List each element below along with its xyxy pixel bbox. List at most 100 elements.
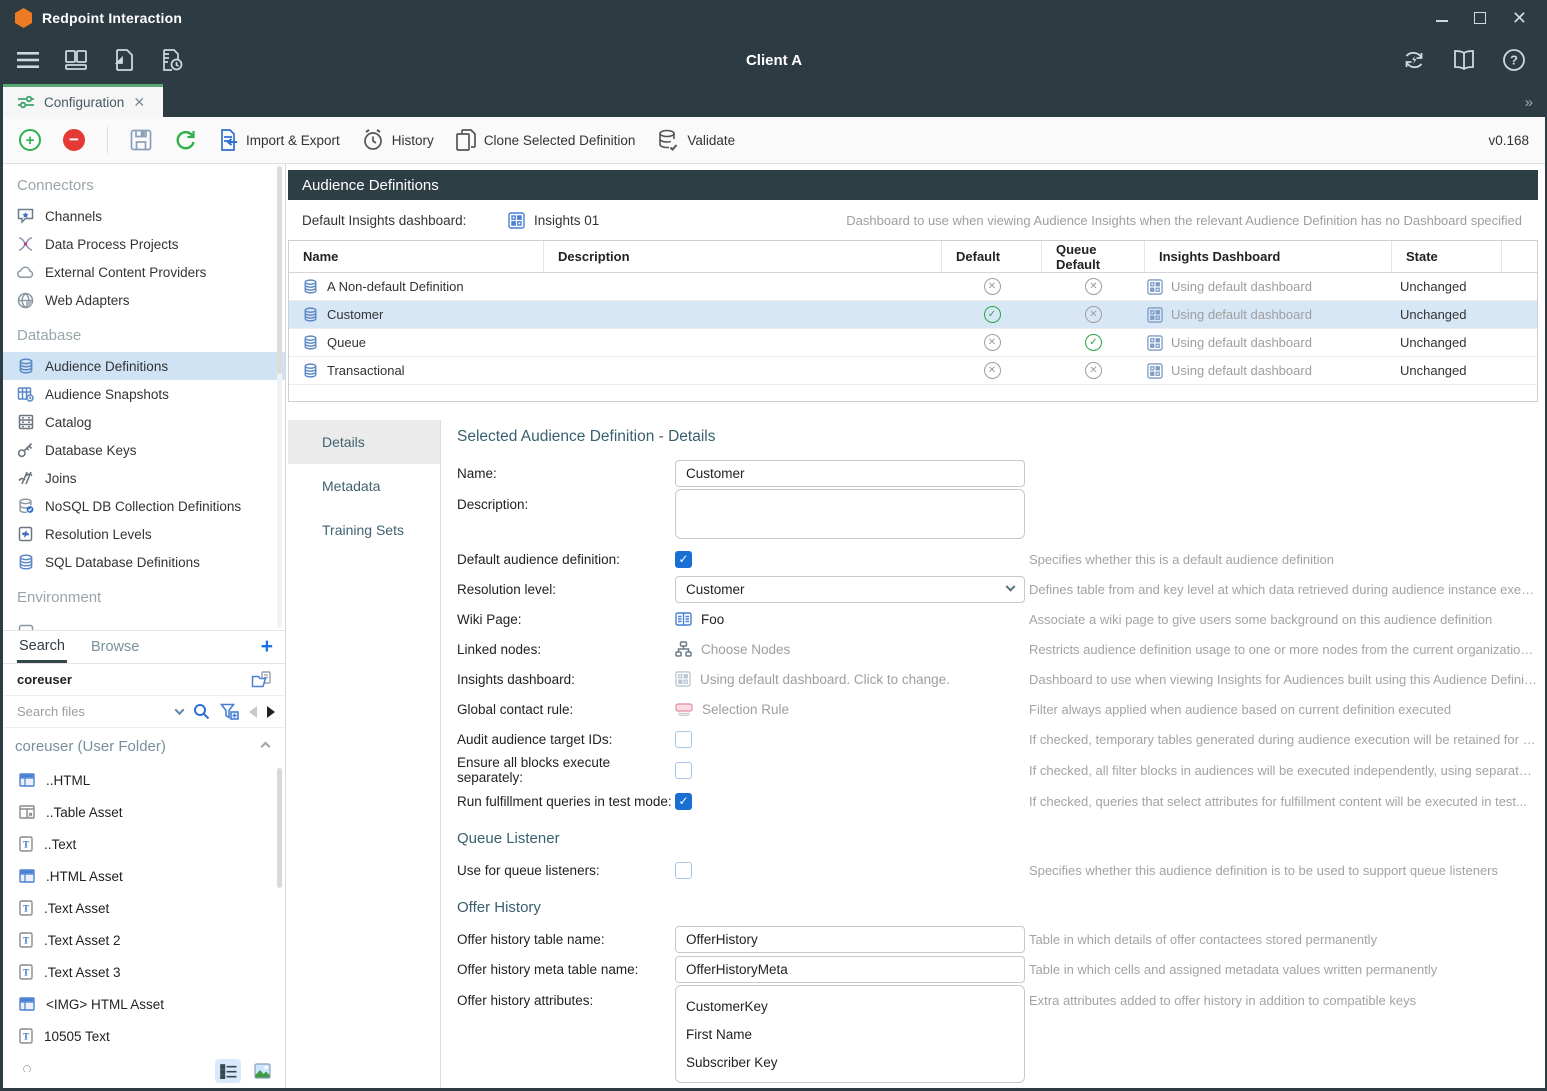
close-icon[interactable]: ✕ [1512,12,1527,24]
column-header-state[interactable]: State [1392,241,1502,272]
key-icon [17,442,34,459]
previous-result-icon[interactable] [249,706,257,718]
attribute-item[interactable]: Subscriber Key [676,1048,1024,1076]
ensure-blocks-checkbox[interactable] [675,762,692,779]
sidebar-item-database-keys[interactable]: Database Keys [3,436,285,464]
table-row[interactable]: Transactional ✕ ✕ Using default dashboar… [289,357,1537,385]
wiki-page-link[interactable]: Foo [675,612,1025,627]
search-options-chevron-icon[interactable] [175,705,185,715]
file-item[interactable]: T .Text Asset 3 [3,956,285,988]
file-item[interactable]: ..HTML [3,764,285,796]
history-label: History [392,133,434,148]
clone-button[interactable]: Clone Selected Definition [456,129,636,151]
search-files-input[interactable] [17,704,166,719]
tab-close-icon[interactable]: ✕ [133,94,145,111]
sync-status-icon[interactable] [1401,47,1427,73]
filter-icon[interactable] [220,703,239,720]
sidebar-item-resolution-levels[interactable]: Resolution Levels [3,520,285,548]
attribute-item[interactable]: First Name [676,1020,1024,1048]
file-item[interactable]: <IMG> HTML Asset [3,988,285,1020]
column-header-description[interactable]: Description [544,241,942,272]
run-fulfillment-checkbox[interactable] [675,793,692,810]
file-item[interactable]: T ..Text [3,828,285,860]
add-button[interactable]: + [19,129,41,151]
sidebar-item-audience-snapshots[interactable]: Audience Snapshots [3,380,285,408]
file-list-scrollbar[interactable] [277,768,282,888]
selection-rule-button[interactable]: Selection Rule [675,702,1025,717]
file-history-icon[interactable] [159,47,185,73]
tab-details[interactable]: Details [288,420,440,464]
new-file-icon[interactable] [111,47,137,73]
choose-nodes-button[interactable]: Choose Nodes [675,641,1025,657]
sidebar-item-label: Audience Definitions [45,359,168,374]
tab-bar: Configuration ✕ » [3,84,1545,117]
sidebar-item-audience-definitions[interactable]: Audience Definitions [3,352,285,380]
attribute-item[interactable]: CustomerKey [676,992,1024,1020]
sidebar-item-catalog[interactable]: Catalog [3,408,285,436]
default-dashboard-value[interactable]: Insights 01 [508,212,599,229]
audit-ids-checkbox[interactable] [675,731,692,748]
sidebar-item-web-adapters[interactable]: Web Adapters [3,286,285,314]
file-item[interactable]: T .Text Asset 2 [3,924,285,956]
tab-training-sets[interactable]: Training Sets [288,508,440,552]
use-for-queue-checkbox[interactable] [675,862,692,879]
maximize-icon[interactable] [1474,12,1486,24]
open-folder-copy-icon[interactable] [251,670,273,689]
hamburger-menu-icon[interactable] [15,47,41,73]
workspaces-icon[interactable] [63,47,89,73]
file-item[interactable]: ..Table Asset [3,796,285,828]
import-export-button[interactable]: Import & Export [218,129,340,151]
sidebar-item-channels[interactable]: Channels [3,202,285,230]
sidebar-item-nosql-db-collection-definitions[interactable]: NoSQL DB Collection Definitions [3,492,285,520]
folder-group-header[interactable]: coreuser (User Folder) [3,728,285,764]
tab-browse[interactable]: Browse [89,633,141,661]
sidebar-scrollbar[interactable] [277,166,282,628]
save-button[interactable] [130,129,152,151]
list-view-button[interactable] [215,1059,241,1083]
add-search-button[interactable]: + [261,638,273,656]
column-header-default[interactable]: Default [942,241,1042,272]
image-view-button[interactable] [249,1059,275,1083]
remove-button[interactable]: − [63,129,85,151]
tab-metadata[interactable]: Metadata [288,464,440,508]
collapse-chevron-icon[interactable] [261,741,271,751]
offer-history-meta-input[interactable] [675,956,1025,983]
file-item[interactable]: T .Text Asset [3,892,285,924]
wiki-icon [675,612,692,626]
description-input[interactable] [675,489,1025,539]
validate-button[interactable]: Validate [657,129,735,151]
insights-dashboard-button[interactable]: Using default dashboard. Click to change… [675,671,1025,687]
search-query[interactable]: coreuser [17,672,72,687]
documentation-icon[interactable] [1451,47,1477,73]
table-row-selected[interactable]: Customer ✓ ✕ Using default dashboard Unc… [289,301,1537,329]
offer-history-table-input[interactable] [675,926,1025,953]
table-row[interactable]: A Non-default Definition ✕ ✕ Using defau… [289,273,1537,301]
sidebar-item-label: Resolution Levels [45,527,152,542]
sidebar-item-joins[interactable]: Joins [3,464,285,492]
table-row[interactable]: Queue ✕ ✓ Using default dashboard Unchan… [289,329,1537,357]
refresh-button[interactable] [174,129,196,151]
column-header-insights-dashboard[interactable]: Insights Dashboard [1145,241,1392,272]
tab-configuration[interactable]: Configuration ✕ [3,84,163,117]
minimize-icon[interactable] [1436,14,1448,22]
file-item[interactable]: .HTML Asset [3,860,285,892]
name-input[interactable] [675,460,1025,487]
search-icon[interactable] [193,703,210,720]
history-button[interactable]: History [362,129,434,151]
offer-history-attributes-list[interactable]: CustomerKey First Name Subscriber Key [675,985,1025,1083]
help-icon[interactable]: ? [1501,47,1527,73]
next-result-icon[interactable] [267,706,275,718]
sidebar-item-sql-database-definitions[interactable]: SQL Database Definitions [3,548,285,576]
tab-overflow-icon[interactable]: » [1525,94,1531,111]
file-name: 10505 Text [44,1029,110,1044]
resolution-level-select[interactable]: Customer [675,576,1025,603]
tab-search[interactable]: Search [17,632,67,663]
sidebar-item-data-process-projects[interactable]: Data Process Projects [3,230,285,258]
sidebar-item-partial[interactable] [3,614,285,630]
default-audience-checkbox[interactable] [675,551,692,568]
sidebar-item-external-content-providers[interactable]: External Content Providers [3,258,285,286]
file-item[interactable]: T 10505 Text [3,1020,285,1052]
svg-text:T: T [23,968,29,978]
column-header-name[interactable]: Name [289,241,544,272]
column-header-queue-default[interactable]: Queue Default [1042,241,1145,272]
